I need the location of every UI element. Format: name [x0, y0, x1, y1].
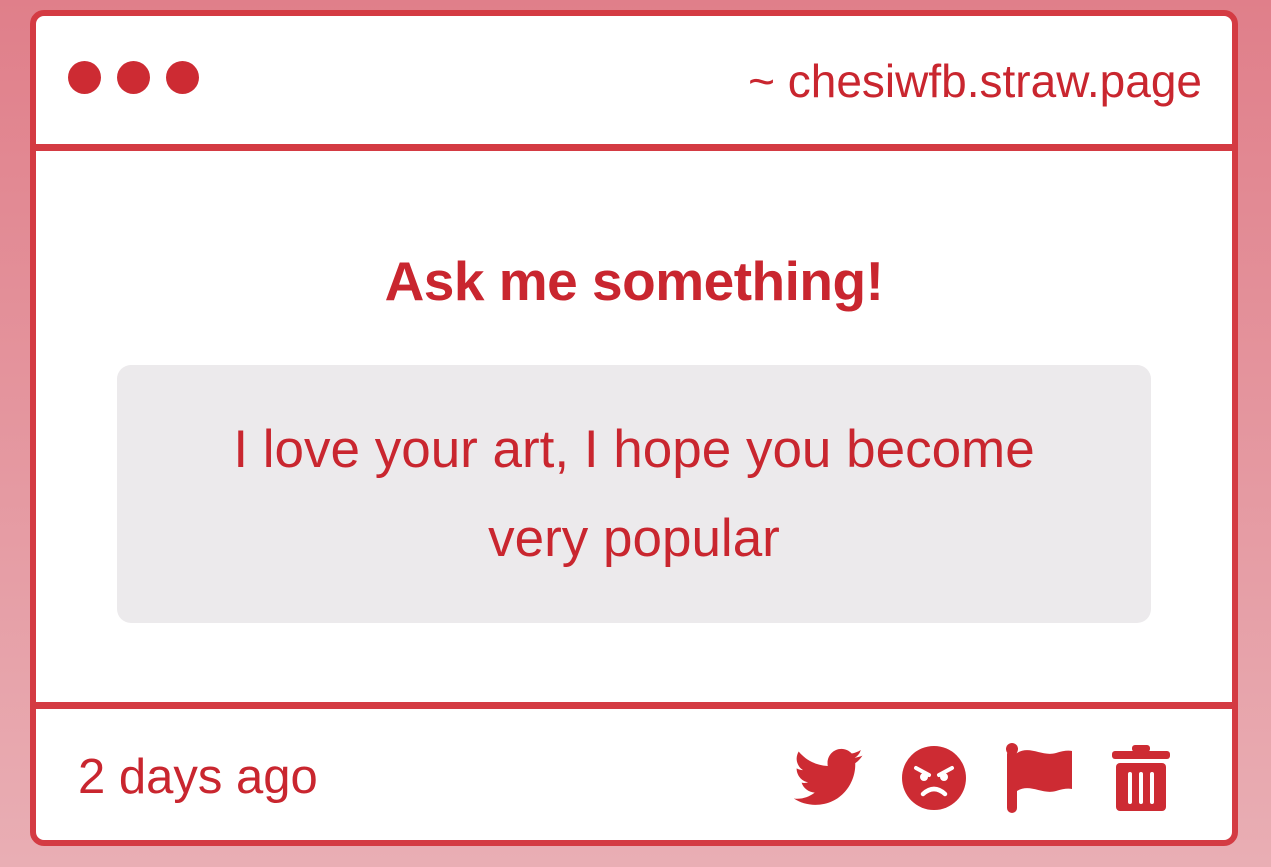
card-content: Ask me something! I love your art, I hop… — [36, 151, 1232, 702]
report-button[interactable] — [1004, 743, 1074, 813]
window-dot-icon — [117, 61, 150, 94]
block-user-button[interactable] — [902, 746, 966, 810]
page-title: Ask me something! — [384, 250, 884, 312]
question-text: I love your art, I hope you become very … — [233, 420, 1035, 568]
ask-card: ~ chesiwfb.straw.page Ask me something! … — [30, 10, 1238, 846]
timestamp: 2 days ago — [78, 750, 318, 804]
window-dot-icon — [166, 61, 199, 94]
question-box: I love your art, I hope you become very … — [117, 365, 1151, 623]
window-dot-icon — [68, 61, 101, 94]
page-url: ~ chesiwfb.straw.page — [748, 55, 1202, 107]
angry-face-icon — [902, 746, 966, 810]
card-footer: 2 days ago — [36, 702, 1232, 840]
trash-icon — [1112, 745, 1170, 811]
action-bar — [794, 743, 1170, 813]
window-titlebar: ~ chesiwfb.straw.page — [36, 16, 1232, 151]
twitter-bird-icon — [794, 748, 863, 805]
share-twitter-button[interactable] — [794, 748, 864, 808]
flag-icon — [1006, 743, 1072, 813]
window-controls — [68, 61, 199, 94]
delete-button[interactable] — [1112, 745, 1170, 811]
